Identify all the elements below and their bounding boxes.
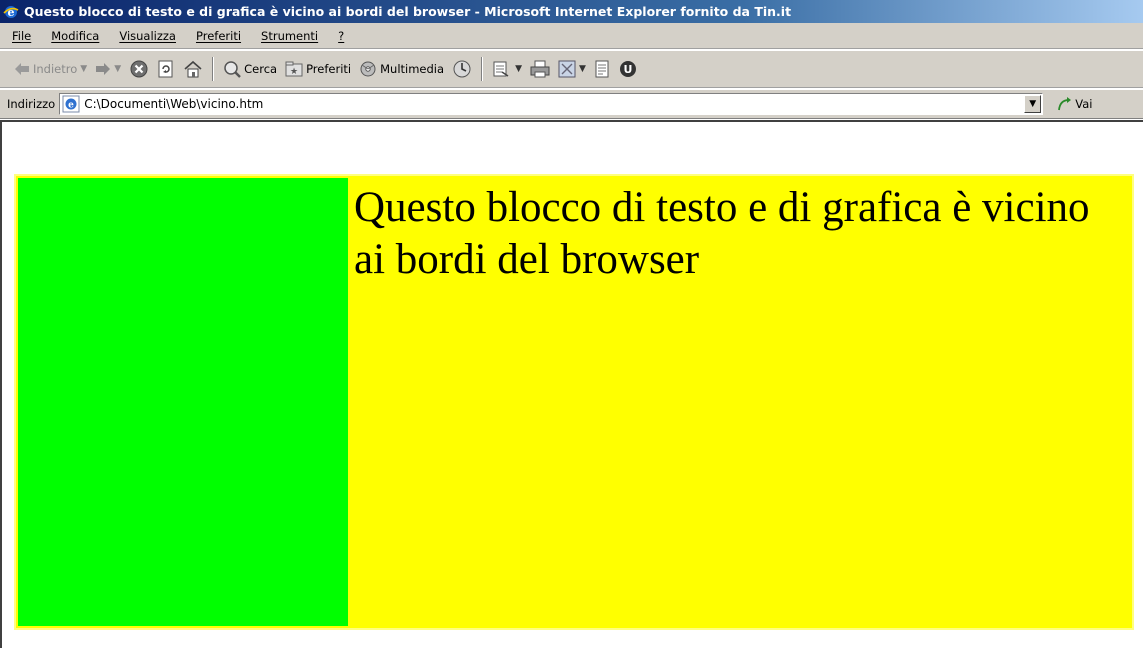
address-bar: Indirizzo e C:\Documenti\Web\vicino.htm … [0,89,1143,119]
print-icon [530,60,550,78]
address-dropdown-button[interactable]: ▼ [1024,95,1042,113]
yellow-text-cell: Questo blocco di testo e di grafica è vi… [352,178,1130,626]
menu-strumenti[interactable]: Strumenti [249,29,326,43]
address-label: Indirizzo [7,97,56,111]
menu-visualizza[interactable]: Visualizza [107,29,184,43]
svg-text:★: ★ [290,67,298,77]
forward-dropdown-icon[interactable]: ▼ [114,64,121,74]
messenger-icon: U [619,61,636,77]
window-title: Questo blocco di testo e di grafica è vi… [24,4,792,19]
back-button[interactable]: Indietro ▼ [10,55,91,83]
mail-icon [493,61,509,77]
back-arrow-icon [15,63,29,75]
address-value[interactable]: C:\Documenti\Web\vicino.htm [84,97,263,111]
media-label: Multimedia [380,62,445,76]
back-dropdown-icon[interactable]: ▼ [80,64,87,74]
forward-button[interactable]: ▼ [91,55,125,83]
search-label: Cerca [244,62,278,76]
history-icon [453,60,471,78]
home-button[interactable] [179,55,207,83]
content-text: Questo blocco di testo e di grafica è vi… [354,184,1090,283]
media-button[interactable]: Multimedia [355,55,448,83]
back-label: Indietro [33,62,78,76]
document-icon [595,60,609,78]
favorites-label: Preferiti [306,62,352,76]
toolbar-separator [481,57,484,81]
mail-button[interactable]: ▼ [488,55,526,83]
search-button[interactable]: Cerca [219,55,281,83]
discuss-button[interactable] [590,55,614,83]
menu-file[interactable]: File [0,29,39,43]
menu-bar: File Modifica Visualizza Preferiti Strum… [0,23,1143,49]
media-icon [360,61,376,77]
toolbar-separator [212,57,215,81]
content-table: Questo blocco di testo e di grafica è vi… [14,174,1134,630]
search-icon [224,61,241,78]
svg-text:e: e [68,101,74,111]
history-button[interactable] [448,55,476,83]
stop-icon [130,60,148,78]
forward-arrow-icon [96,63,111,75]
go-label: Vai [1075,97,1093,111]
menu-preferiti[interactable]: Preferiti [184,29,249,43]
browser-viewport: Questo blocco di testo e di grafica è vi… [0,120,1143,648]
home-icon [184,60,202,78]
edit-button[interactable]: ▼ [554,55,590,83]
edit-icon [558,60,576,78]
svg-text:U: U [623,63,632,76]
favorites-button[interactable]: ★ Preferiti [281,55,355,83]
go-button[interactable]: Vai [1057,96,1092,112]
refresh-icon [158,60,173,78]
mail-dropdown-icon[interactable]: ▼ [515,64,522,74]
ie-icon: e [3,5,19,19]
print-button[interactable] [526,55,554,83]
edit-dropdown-icon[interactable]: ▼ [579,64,586,74]
green-cell [18,178,348,626]
menu-help[interactable]: ? [326,29,352,43]
title-bar: e Questo blocco di testo e di grafica è … [0,0,1143,23]
refresh-button[interactable] [153,55,179,83]
messenger-button[interactable]: U [614,55,642,83]
page-icon: e [62,95,80,113]
menu-modifica[interactable]: Modifica [39,29,107,43]
go-arrow-icon [1058,97,1072,111]
favorites-icon: ★ [285,61,303,77]
address-field[interactable]: e C:\Documenti\Web\vicino.htm ▼ [59,93,1044,115]
toolbar: Indietro ▼ ▼ Cerca ★ Preferiti Multimedi… [0,50,1143,88]
stop-button[interactable] [125,55,153,83]
